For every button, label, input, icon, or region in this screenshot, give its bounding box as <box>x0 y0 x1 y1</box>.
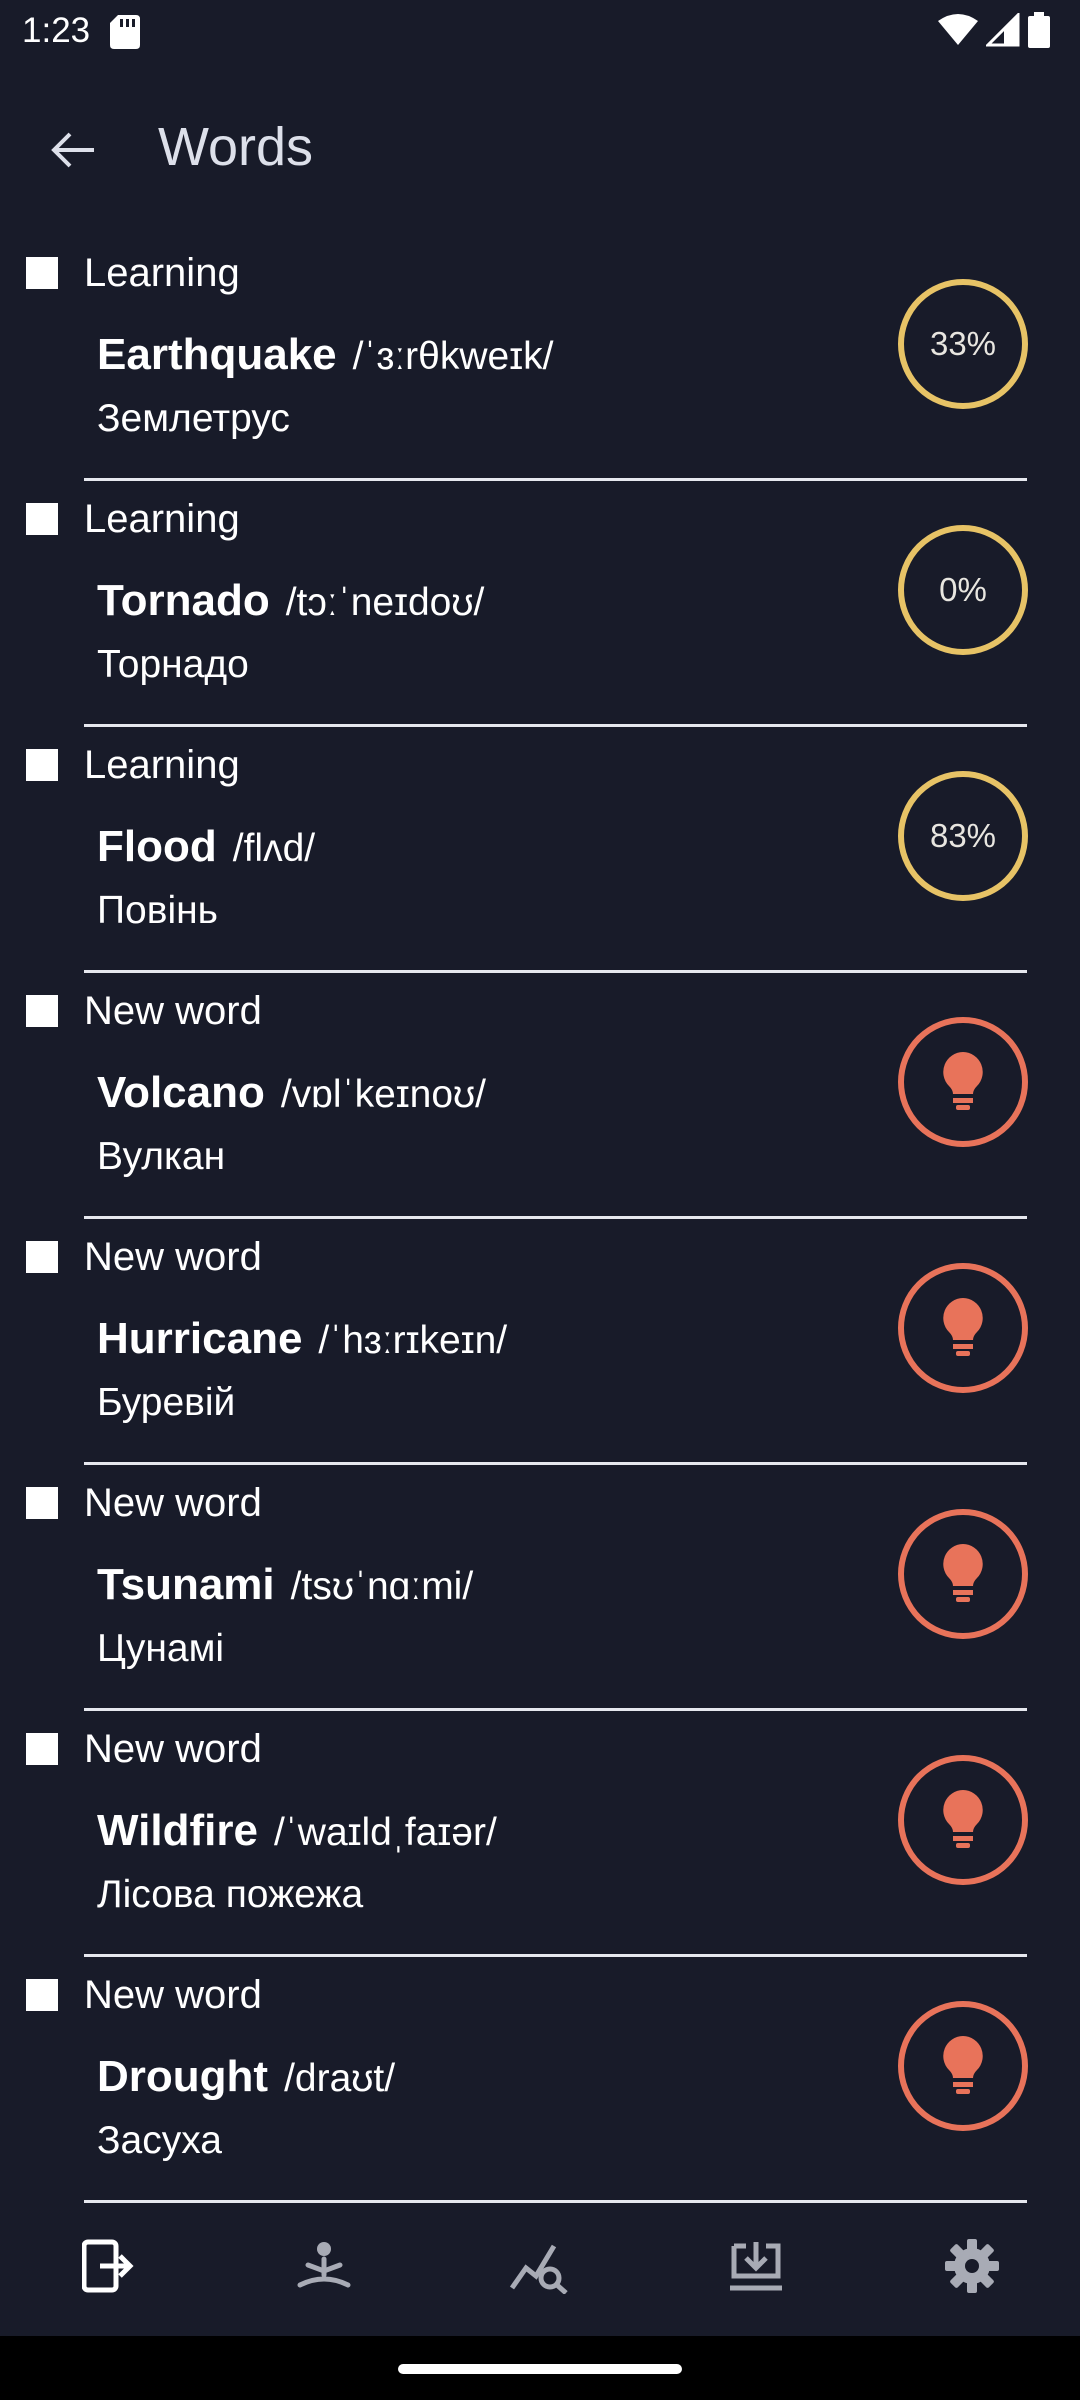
nav-download[interactable] <box>706 2218 806 2318</box>
exit-to-app-icon <box>81 2238 134 2299</box>
learn-button[interactable] <box>898 1017 1028 1147</box>
transcription: /ˈɜːrθkweɪk/ <box>352 335 554 378</box>
translation: Цунамі <box>97 1627 225 1670</box>
battery-icon <box>1028 12 1050 53</box>
stats-search-icon <box>509 2238 570 2299</box>
word-text: Wildfire <box>97 1806 258 1855</box>
list-item[interactable]: New word Hurricane/ˈhɜːrɪkeɪn/ Буревій <box>0 1219 1080 1465</box>
word-line: Tsunami/tsʊˈnɑːmi/ <box>97 1560 473 1610</box>
learn-button[interactable] <box>898 1509 1028 1639</box>
checkbox[interactable] <box>26 1241 58 1273</box>
status-label: New word <box>84 1727 262 1771</box>
word-list: Learning Earthquake/ˈɜːrθkweɪk/ Землетру… <box>0 235 1080 2203</box>
word-line: Flood/flʌd/ <box>97 822 315 872</box>
bulb-icon <box>941 1542 985 1607</box>
translation: Вулкан <box>97 1135 226 1178</box>
settings-icon <box>945 2238 999 2298</box>
list-item[interactable]: Learning Flood/flʌd/ Повінь 83% <box>0 727 1080 973</box>
transcription: /ˈhɜːrɪkeɪn/ <box>318 1319 508 1362</box>
checkbox[interactable] <box>26 1979 58 2011</box>
app-bar: Words <box>0 66 1080 234</box>
word-text: Flood <box>97 822 217 871</box>
word-line: Volcano/vɒlˈkeɪnoʊ/ <box>97 1068 486 1118</box>
word-text: Drought <box>97 2052 269 2101</box>
transcription: /tɔːˈneɪdoʊ/ <box>285 581 485 624</box>
nav-meditation[interactable] <box>274 2218 374 2318</box>
list-item[interactable]: New word Wildfire/ˈwaɪldˌfaɪər/ Лісова п… <box>0 1711 1080 1957</box>
transcription: /draʊt/ <box>284 2057 396 2100</box>
translation: Засуха <box>97 2119 222 2162</box>
word-line: Wildfire/ˈwaɪldˌfaɪər/ <box>97 1806 497 1856</box>
bottom-nav <box>0 2200 1080 2336</box>
status-label: New word <box>84 1481 262 1525</box>
nav-settings[interactable] <box>922 2218 1022 2318</box>
status-bar: 1:23 <box>0 0 1080 66</box>
word-text: Hurricane <box>97 1314 303 1363</box>
transcription: /vɒlˈkeɪnoʊ/ <box>280 1073 487 1116</box>
list-item[interactable]: Learning Tornado/tɔːˈneɪdoʊ/ Торнадо 0% <box>0 481 1080 727</box>
signal-icon <box>984 11 1020 52</box>
gesture-bar <box>0 2336 1080 2400</box>
word-text: Tsunami <box>97 1560 275 1609</box>
checkbox[interactable] <box>26 503 58 535</box>
progress-indicator: 83% <box>898 771 1028 901</box>
nav-exit[interactable] <box>58 2218 158 2318</box>
list-item[interactable]: New word Tsunami/tsʊˈnɑːmi/ Цунамі <box>0 1465 1080 1711</box>
bulb-icon <box>941 1788 985 1853</box>
list-item[interactable]: New word Drought/draʊt/ Засуха <box>0 1957 1080 2203</box>
translation: Лісова пожежа <box>97 1873 364 1916</box>
bulb-icon <box>941 1050 985 1115</box>
translation: Повінь <box>97 889 218 932</box>
checkbox[interactable] <box>26 1733 58 1765</box>
status-label: New word <box>84 1973 262 2017</box>
checkbox[interactable] <box>26 1487 58 1519</box>
checkbox[interactable] <box>26 257 58 289</box>
learn-button[interactable] <box>898 1755 1028 1885</box>
word-line: Drought/draʊt/ <box>97 2052 395 2102</box>
bulb-icon <box>941 1296 985 1361</box>
translation: Торнадо <box>97 643 249 686</box>
wifi-icon <box>938 13 978 52</box>
progress-indicator: 0% <box>898 525 1028 655</box>
transcription: /ˈwaɪldˌfaɪər/ <box>273 1811 497 1854</box>
checkbox[interactable] <box>26 749 58 781</box>
status-time: 1:23 <box>22 11 91 50</box>
arrow-back-icon <box>48 130 96 175</box>
word-line: Tornado/tɔːˈneɪdoʊ/ <box>97 576 484 626</box>
progress-label: 0% <box>939 571 987 608</box>
transcription: /tsʊˈnɑːmi/ <box>290 1565 474 1608</box>
back-button[interactable] <box>34 114 110 190</box>
status-label: Learning <box>84 497 240 541</box>
progress-indicator: 33% <box>898 279 1028 409</box>
translation: Землетрус <box>97 397 290 440</box>
learn-button[interactable] <box>898 2001 1028 2131</box>
home-gesture-handle[interactable] <box>398 2364 682 2374</box>
bulb-icon <box>941 2034 985 2099</box>
sd-card-icon <box>110 15 140 49</box>
progress-label: 33% <box>929 325 997 362</box>
screen: 1:23 Words Learning Earthquake /ˈɜːrθkwe… <box>0 0 1080 2400</box>
checkbox[interactable] <box>26 995 58 1027</box>
transcription: /flʌd/ <box>232 827 316 870</box>
list-item[interactable]: New word Volcano/vɒlˈkeɪnoʊ/ Вулкан <box>0 973 1080 1219</box>
word-text: Volcano <box>97 1068 265 1117</box>
status-label: Learning <box>84 251 240 295</box>
word-text: Tornado <box>97 576 270 625</box>
list-item[interactable]: Learning Earthquake/ˈɜːrθkweɪk/ Землетру… <box>0 235 1080 481</box>
status-label: New word <box>84 989 262 1033</box>
nav-stats[interactable] <box>490 2218 590 2318</box>
progress-label: 83% <box>929 817 997 854</box>
learn-button[interactable] <box>898 1263 1028 1393</box>
word-text: Earthquake <box>97 330 337 379</box>
word-line: Hurricane/ˈhɜːrɪkeɪn/ <box>97 1314 507 1364</box>
status-label: Learning <box>84 743 240 787</box>
download-icon <box>728 2240 784 2297</box>
word-line: Earthquake/ˈɜːrθkweɪk/ <box>97 330 553 380</box>
status-label: New word <box>84 1235 262 1279</box>
meditation-icon <box>296 2241 352 2296</box>
translation: Буревій <box>97 1381 236 1424</box>
page-title: Words <box>158 117 314 177</box>
